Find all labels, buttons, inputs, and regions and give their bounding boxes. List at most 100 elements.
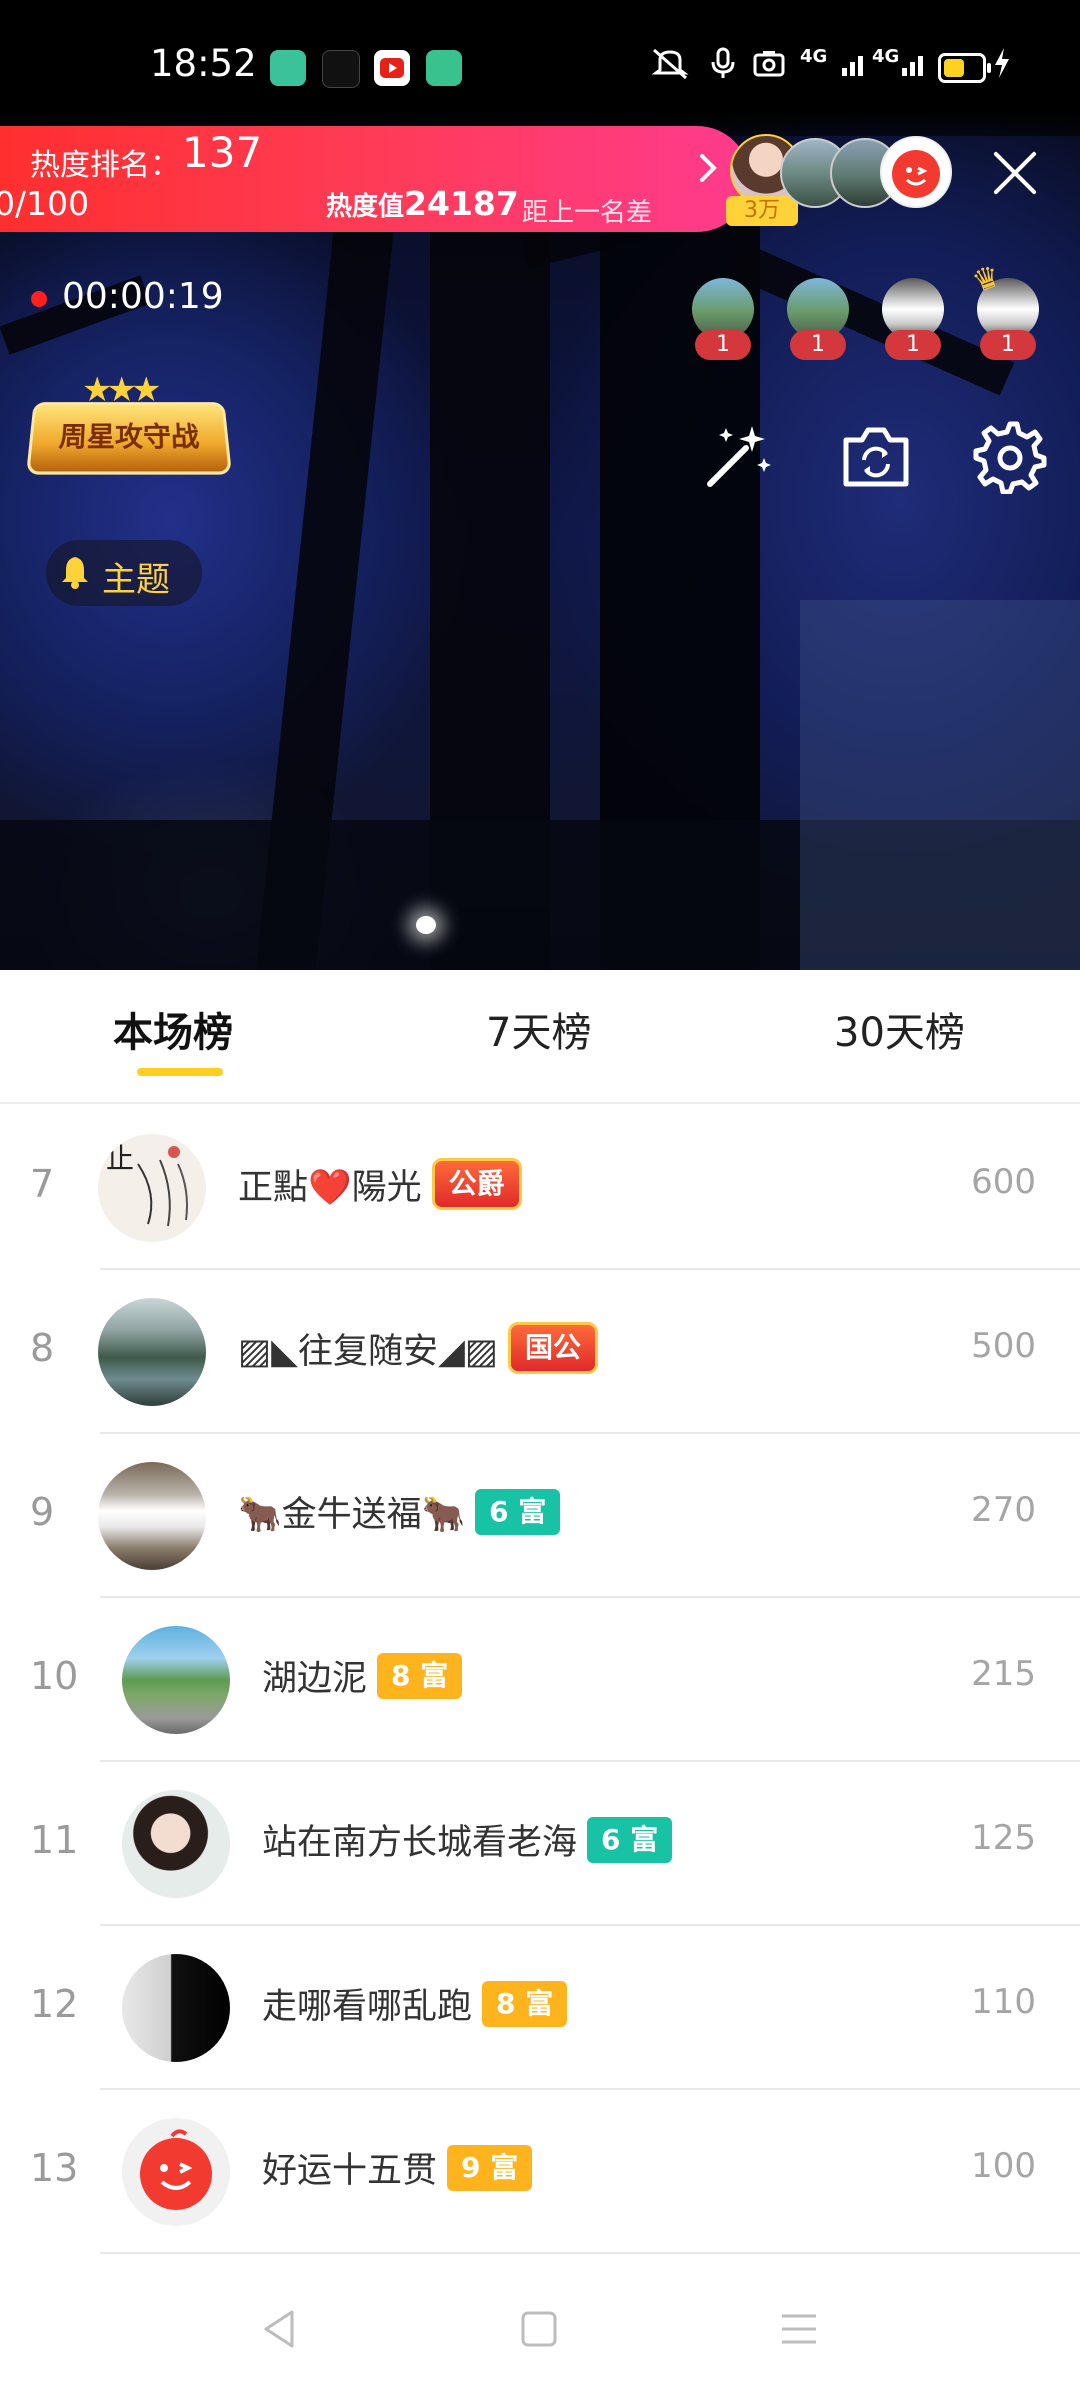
user-avatar — [122, 2118, 230, 2226]
viewer-badge: 1 — [885, 330, 941, 360]
wealth-level-tag: 6 富 — [587, 1816, 673, 1863]
user-avatar — [122, 1626, 230, 1734]
tab-current-session[interactable]: 本场榜 — [113, 1000, 233, 1058]
user-name-wrap: 湖边泥 8 富 — [262, 1650, 463, 1701]
topic-button[interactable]: 主题 — [46, 540, 202, 606]
viewer-badge: 1 — [695, 330, 751, 360]
camera-icon — [752, 46, 786, 88]
live-video: 18:52 4G 4G 热度排名： 137 0/100 热度值24187 距上一… — [0, 0, 1080, 970]
user-name: 好运十五贯 — [262, 2151, 438, 2191]
heat-value: 热度值24187 — [326, 184, 519, 223]
user-name: 站在南方长城看老海 — [262, 1823, 578, 1863]
system-nav-bar — [0, 2262, 1080, 2400]
rank-number: 11 — [30, 1818, 79, 1862]
ranking-tabs: 本场榜 7天榜 30天榜 — [0, 970, 1080, 1104]
signal-icon: 4G — [872, 46, 899, 67]
user-avatar — [98, 1298, 206, 1406]
mute-icon — [648, 46, 692, 88]
viewer-badge: 1 — [790, 330, 846, 360]
heat-progress: 0/100 — [0, 184, 90, 223]
svg-text:止: 止 — [106, 1142, 134, 1175]
charging-icon — [992, 46, 1012, 88]
user-score: 215 — [971, 1654, 1036, 1694]
user-name: 湖边泥 — [262, 1659, 368, 1699]
heat-value-number: 24187 — [404, 184, 519, 223]
ranking-row[interactable]: 8 ▨◣往复随安◢▨ 国公 500 — [0, 1270, 1080, 1434]
heat-rank-value: 137 — [182, 128, 263, 177]
video-app-icon — [374, 50, 410, 86]
wealth-level-tag: 8 富 — [482, 1980, 568, 2027]
menu-icon[interactable] — [774, 2304, 824, 2354]
heat-rank-banner[interactable]: 热度排名： 137 0/100 热度值24187 距上一名差 — [0, 126, 750, 232]
fan-count-badge: 3万 — [726, 196, 798, 226]
heat-value-label: 热度值 — [326, 192, 405, 222]
wealth-level-tag: 6 富 — [475, 1488, 561, 1535]
chevron-right-icon — [694, 148, 724, 198]
flip-camera-icon[interactable] — [838, 418, 910, 490]
wealth-level-tag: 9 富 — [447, 2144, 533, 2191]
tab-indicator — [137, 1068, 223, 1076]
user-score: 110 — [971, 1982, 1036, 2022]
user-score: 125 — [971, 1818, 1036, 1858]
rank-number: 10 — [30, 1654, 79, 1698]
network-type-label: 4G — [800, 46, 828, 67]
recording-dot — [31, 291, 47, 307]
user-avatar: 止 — [98, 1134, 206, 1242]
signal-bars-icon — [900, 46, 930, 86]
ranking-row[interactable]: 7 止 正點❤️陽光 公爵 600 — [0, 1106, 1080, 1270]
ranking-row[interactable]: 11 站在南方长城看老海 6 富 125 — [0, 1762, 1080, 1926]
settings-gear-icon[interactable] — [972, 418, 1047, 495]
user-name-wrap: 🐂金牛送福🐂 6 富 — [238, 1486, 561, 1537]
user-name-wrap: ▨◣往复随安◢▨ 国公 — [238, 1322, 598, 1374]
close-icon[interactable] — [990, 148, 1040, 198]
user-name-wrap: 好运十五贯 9 富 — [262, 2142, 533, 2193]
signal-bars-icon — [840, 46, 870, 86]
user-score: 100 — [971, 2146, 1036, 2186]
heat-gap-label: 距上一名差 — [522, 198, 653, 228]
heat-rank-label: 热度排名： — [30, 148, 180, 183]
user-score: 500 — [971, 1326, 1036, 1366]
rank-number: 12 — [30, 1982, 79, 2026]
user-name-wrap: 走哪看哪乱跑 8 富 — [262, 1978, 568, 2029]
guest-avatar[interactable] — [880, 136, 952, 208]
beauty-magic-wand-icon[interactable] — [700, 418, 772, 490]
user-name: 🐂金牛送福🐂 — [238, 1495, 466, 1535]
ranking-row[interactable]: 10 湖边泥 8 富 215 — [0, 1598, 1080, 1762]
user-name: ▨◣往复随安◢▨ — [238, 1331, 498, 1372]
network-type-label: 4G — [872, 46, 900, 67]
live-elapsed-time: 00:00:19 — [62, 276, 224, 317]
viewer-badge: 1 — [980, 330, 1036, 360]
fan-count: 3万 — [744, 198, 780, 223]
user-score: 600 — [971, 1162, 1036, 1202]
battery-icon — [938, 53, 991, 83]
mic-icon — [708, 46, 738, 88]
ranking-row[interactable]: 9 🐂金牛送福🐂 6 富 270 — [0, 1434, 1080, 1598]
signal-icon: 4G — [800, 46, 827, 67]
user-name: 正點❤️陽光 — [238, 1167, 422, 1208]
wall-silhouette — [800, 600, 1080, 970]
user-name-wrap: 正點❤️陽光 公爵 — [238, 1158, 522, 1210]
tiktok-icon — [322, 50, 360, 88]
user-name-wrap: 站在南方长城看老海 6 富 — [262, 1814, 673, 1865]
ranking-list: 7 止 正點❤️陽光 公爵 600 8 ▨◣往复随安◢▨ 国公 500 9 🐂金… — [0, 1106, 1080, 2254]
noble-tag: 国公 — [507, 1322, 598, 1374]
bell-icon — [60, 555, 90, 589]
user-avatar — [122, 1954, 230, 2062]
reader-app-icon — [426, 50, 462, 86]
rank-number: 13 — [30, 2146, 79, 2190]
row-divider — [100, 2252, 1080, 2254]
status-bar: 18:52 4G 4G — [0, 0, 1080, 136]
ranking-row[interactable]: 12 走哪看哪乱跑 8 富 110 — [0, 1926, 1080, 2090]
user-name: 走哪看哪乱跑 — [262, 1987, 473, 2027]
back-icon[interactable] — [254, 2304, 304, 2354]
status-time: 18:52 — [150, 42, 257, 85]
user-score: 270 — [971, 1490, 1036, 1530]
tab-7-days[interactable]: 7天榜 — [486, 1000, 591, 1058]
user-avatar — [98, 1462, 206, 1570]
tab-30-days[interactable]: 30天榜 — [834, 1000, 965, 1058]
ranking-row[interactable]: 13 好运十五贯 9 富 100 — [0, 2090, 1080, 2254]
home-icon[interactable] — [514, 2304, 564, 2354]
topic-label: 主题 — [102, 560, 170, 600]
event-badge[interactable]: 周星攻守战 — [26, 402, 232, 475]
app-notification-icon — [270, 50, 306, 86]
